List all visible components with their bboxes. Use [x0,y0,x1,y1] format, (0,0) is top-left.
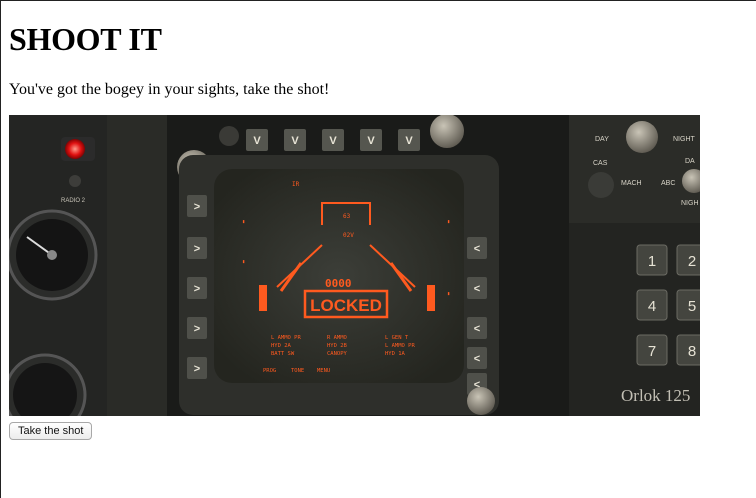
svg-text:▮: ▮ [242,219,245,225]
svg-text:▮: ▮ [447,291,450,297]
watermark: Orlok 125 [621,386,690,405]
mode-knob [626,121,658,153]
right-key-3: < [474,323,480,335]
svg-text:MACH: MACH [621,180,642,187]
top-key-5: V [405,135,413,147]
top-key-4: V [367,135,375,147]
left-key-3: > [194,283,200,295]
status-b-2: HYD 2B [327,343,348,349]
keypad-4: 4 [648,298,656,315]
top-key-3: V [329,135,337,147]
svg-text:DA: DA [685,158,695,165]
footer-menu: MENU [317,368,330,374]
keypad-8: 8 [688,343,696,360]
top-key-2: V [291,135,299,147]
svg-text:NIGHT: NIGHT [673,136,696,143]
left-key-2: > [194,243,200,255]
keypad-7: 7 [648,343,656,360]
status-c-2: L AMMO PR [385,343,415,349]
right-key-2: < [474,283,480,295]
status-b-3: CANOPY [327,351,348,357]
status-b-1: R AMMO [327,335,347,341]
status-c-1: L GEN T [385,335,409,341]
keypad-1: 1 [648,253,656,270]
cockpit-image: RADIO 2 V V V V V > > > > > < < < < < IR… [9,115,700,416]
footer-prog: PROG [263,368,276,374]
status-c-3: HYD 1A [385,351,406,357]
range-marks: 0000 [325,277,352,290]
top-key-1: V [253,135,261,147]
left-key-5: > [194,363,200,375]
take-shot-button[interactable]: Take the shot [9,422,93,440]
svg-text:▮: ▮ [242,259,245,265]
svg-text:CAS: CAS [593,160,608,167]
center-box-bottom: 02V [343,232,354,239]
page-subtitle: You've got the bogey in your sights, tak… [9,81,330,98]
screen-top-mark: IR [292,181,300,188]
keypad-2: 2 [688,253,696,270]
top-left-knob [219,126,239,146]
footer-tone: TONE [291,368,304,374]
svg-text:DAY: DAY [595,136,609,143]
keypad-5: 5 [688,298,696,315]
svg-text:ABC: ABC [661,180,675,187]
top-right-knob [430,115,464,148]
bottom-right-knob [467,387,495,415]
radio-label: RADIO 2 [61,198,86,204]
status-a-1: L AMMO PR [271,335,301,341]
lock-label: LOCKED [310,296,382,315]
left-key-1: > [194,201,200,213]
left-key-4: > [194,323,200,335]
page-title: SHOOT IT [9,21,162,57]
status-a-2: HYD 2A [271,343,292,349]
right-key-1: < [474,243,480,255]
status-a-3: BATT SW [271,351,295,357]
right-key-4: < [474,353,480,365]
svg-text:▮: ▮ [447,219,450,225]
center-box-top: 63 [343,213,351,220]
svg-text:NIGH: NIGH [681,200,699,207]
